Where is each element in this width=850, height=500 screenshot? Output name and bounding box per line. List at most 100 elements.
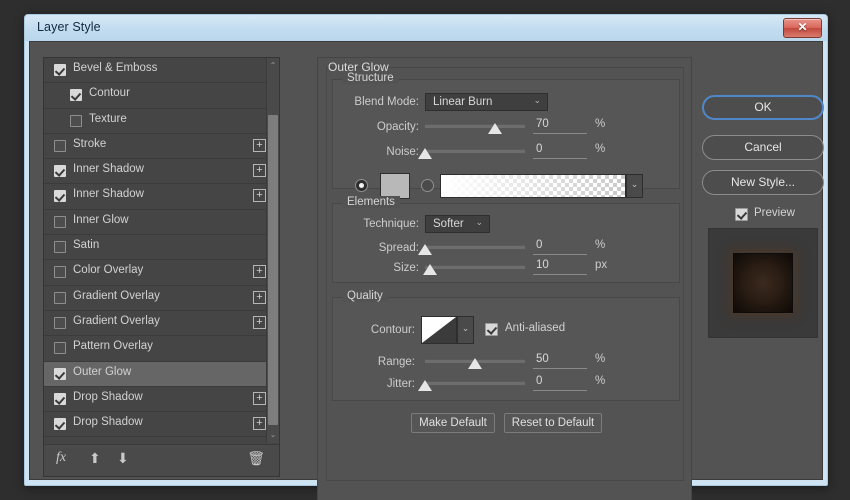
fill-color-radio[interactable] — [355, 179, 368, 192]
preview-checkbox[interactable] — [735, 208, 748, 221]
spread-slider[interactable] — [418, 241, 525, 255]
range-input[interactable]: 50 — [533, 353, 587, 369]
effect-row[interactable]: Texture — [44, 109, 279, 134]
opacity-input[interactable]: 70 — [533, 118, 587, 134]
noise-slider[interactable] — [418, 145, 525, 159]
effect-enabled-checkbox[interactable] — [54, 64, 66, 76]
ok-button[interactable]: OK — [702, 95, 824, 120]
layer-style-dialog-window: Layer Style ✕ Bevel & Emboss Contour Textu… — [24, 14, 828, 500]
effect-row[interactable]: Bevel & Emboss — [44, 58, 279, 84]
add-effect-icon[interactable]: + — [253, 164, 266, 178]
add-effect-icon[interactable]: + — [253, 189, 266, 203]
opacity-unit: % — [595, 118, 606, 130]
effect-enabled-checkbox[interactable] — [54, 241, 66, 254]
blend-mode-value: Linear Burn — [433, 96, 493, 108]
effect-enabled-checkbox[interactable] — [54, 316, 66, 329]
contour-picker-button[interactable]: ⌄ — [457, 316, 474, 344]
preview-glow-shape — [733, 253, 793, 313]
range-slider[interactable] — [425, 355, 525, 369]
jitter-input[interactable]: 0 — [533, 375, 587, 391]
spread-slider-knob[interactable] — [418, 244, 432, 255]
effect-enabled-checkbox[interactable] — [54, 291, 66, 304]
contour-preview[interactable] — [421, 316, 457, 344]
anti-aliased-label: Anti-aliased — [505, 322, 566, 334]
add-effect-icon[interactable]: + — [253, 138, 266, 152]
close-button[interactable]: ✕ — [783, 18, 822, 38]
effect-row[interactable]: Satin — [44, 235, 279, 261]
effect-enabled-checkbox[interactable] — [54, 266, 66, 279]
effect-row[interactable]: Pattern Overlay — [44, 336, 279, 362]
effect-enabled-checkbox[interactable] — [54, 139, 66, 152]
effect-enabled-checkbox[interactable] — [54, 418, 66, 431]
effect-enabled-checkbox[interactable] — [54, 215, 66, 228]
effect-row[interactable]: Contour — [44, 83, 279, 109]
effect-row[interactable]: Inner Shadow + — [44, 159, 279, 185]
size-slider-knob[interactable] — [423, 264, 437, 275]
elements-group: Elements Technique: Softer ⌄ Spread: 0 % — [332, 196, 680, 283]
scrollbar-thumb[interactable] — [268, 115, 278, 425]
size-input[interactable]: 10 — [533, 259, 587, 275]
anti-aliased-checkbox[interactable] — [485, 323, 498, 336]
effect-row[interactable]: Drop Shadow + — [44, 387, 279, 413]
effect-enabled-checkbox[interactable] — [54, 165, 66, 178]
add-effect-icon[interactable]: + — [253, 290, 266, 304]
effect-row[interactable]: Drop Shadow + — [44, 412, 279, 438]
range-unit: % — [595, 353, 606, 365]
effect-row[interactable]: Inner Glow — [44, 210, 279, 236]
technique-value: Softer — [433, 218, 464, 230]
spread-input[interactable]: 0 — [533, 239, 587, 255]
cancel-button[interactable]: Cancel — [702, 135, 824, 160]
effect-enabled-checkbox[interactable] — [54, 367, 66, 380]
close-icon: ✕ — [797, 20, 808, 34]
scroll-up-icon[interactable]: ⌃ — [267, 59, 279, 73]
noise-slider-knob[interactable] — [418, 148, 432, 159]
jitter-slider[interactable] — [418, 377, 525, 391]
add-effect-icon[interactable]: + — [253, 265, 266, 279]
effects-panel: Bevel & Emboss Contour Texture Stroke + Inner… — [43, 57, 280, 477]
effect-label: Gradient Overlay — [73, 314, 160, 327]
size-slider[interactable] — [423, 261, 525, 275]
move-up-icon[interactable]: ⬆ — [89, 450, 101, 467]
effect-row[interactable]: Outer Glow — [44, 361, 279, 387]
spread-unit: % — [595, 239, 606, 251]
effect-row[interactable]: Color Overlay + — [44, 260, 279, 286]
delete-effect-icon[interactable]: 🗑 — [247, 450, 265, 467]
new-style-button[interactable]: New Style... — [702, 170, 824, 195]
effect-enabled-checkbox[interactable] — [54, 392, 66, 405]
blend-mode-select[interactable]: Linear Burn ⌄ — [425, 93, 548, 111]
effect-enabled-checkbox[interactable] — [54, 342, 66, 355]
gradient-picker-button[interactable]: ⌄ — [626, 174, 643, 198]
fill-gradient-radio[interactable] — [421, 179, 434, 192]
effect-row[interactable]: Stroke + — [44, 134, 279, 160]
effect-row[interactable]: Inner Shadow + — [44, 184, 279, 210]
effects-list[interactable]: Bevel & Emboss Contour Texture Stroke + Inner… — [44, 58, 279, 443]
size-value: 10 — [536, 259, 549, 271]
make-default-button[interactable]: Make Default — [411, 413, 495, 433]
blend-mode-label: Blend Mode: — [354, 96, 419, 108]
effect-enabled-checkbox[interactable] — [70, 89, 82, 102]
chevron-down-icon: ⌄ — [630, 179, 639, 189]
effects-list-scrollbar[interactable]: ⌃ ⌄ — [266, 58, 279, 443]
structure-legend: Structure — [342, 72, 399, 84]
range-slider-knob[interactable] — [468, 358, 482, 369]
effect-row[interactable]: Gradient Overlay + — [44, 311, 279, 337]
range-label: Range: — [377, 356, 415, 368]
add-effect-icon[interactable]: + — [253, 391, 266, 405]
jitter-slider-knob[interactable] — [418, 380, 432, 391]
glow-gradient-preview[interactable] — [440, 174, 626, 198]
opacity-slider-knob[interactable] — [488, 123, 502, 134]
technique-select[interactable]: Softer ⌄ — [425, 215, 490, 233]
fx-icon[interactable]: fx — [56, 450, 66, 466]
effect-enabled-checkbox[interactable] — [54, 190, 66, 203]
window-titlebar[interactable]: Layer Style ✕ — [25, 15, 827, 41]
add-effect-icon[interactable]: + — [253, 417, 266, 431]
add-effect-icon[interactable]: + — [253, 315, 266, 329]
style-preview-thumbnail — [708, 228, 818, 338]
reset-to-default-button[interactable]: Reset to Default — [504, 413, 602, 433]
effect-enabled-checkbox[interactable] — [70, 114, 82, 127]
noise-input[interactable]: 0 — [533, 143, 587, 159]
scroll-down-icon[interactable]: ⌄ — [267, 428, 279, 442]
move-down-icon[interactable]: ⬇ — [117, 450, 129, 467]
opacity-slider[interactable] — [425, 120, 525, 134]
effect-row[interactable]: Gradient Overlay + — [44, 286, 279, 311]
